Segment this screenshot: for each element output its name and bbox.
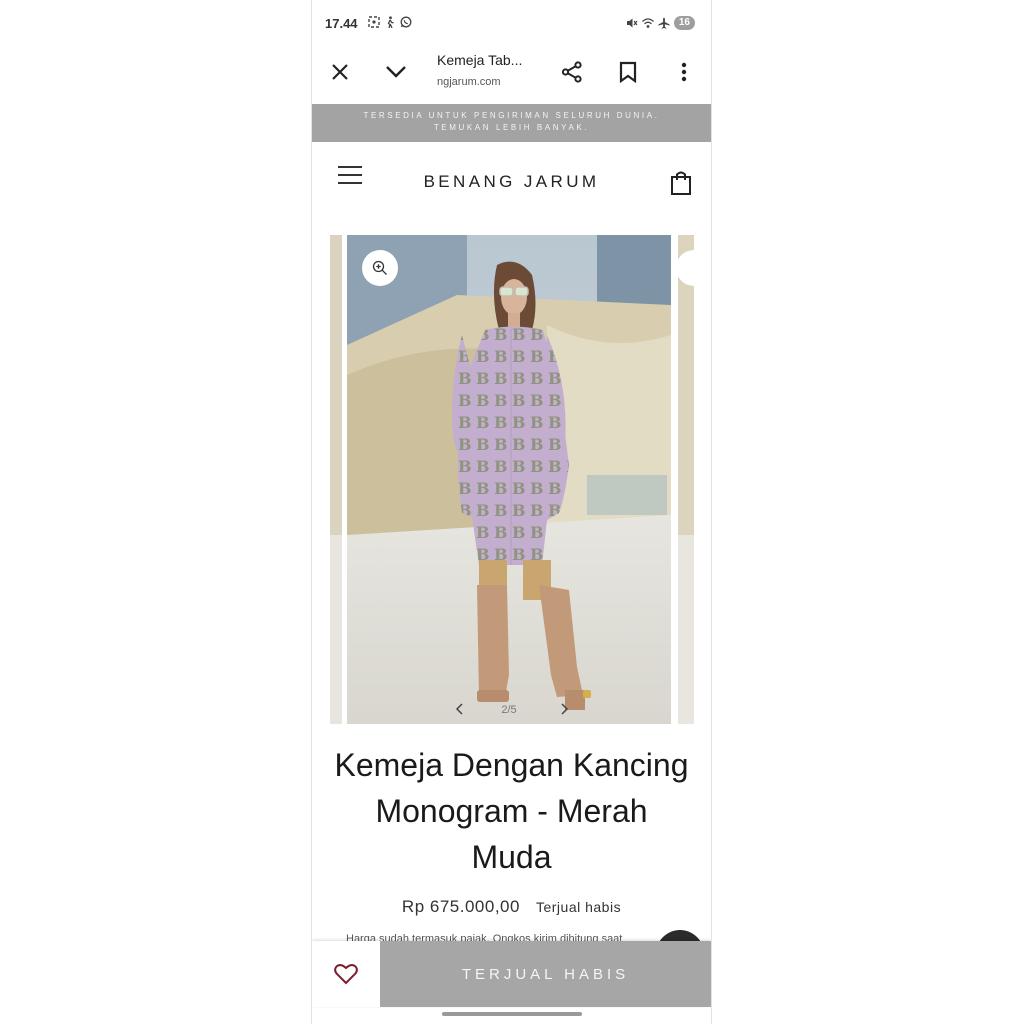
gallery-counter: 2/5: [501, 704, 517, 716]
phone-screen: 17.44 16 Kemeja Tab... ngjarum.com TERSE…: [312, 0, 711, 1024]
zoom-button[interactable]: [362, 250, 398, 286]
home-indicator[interactable]: [442, 1012, 582, 1016]
airplane-icon: [658, 17, 670, 29]
chevron-down-icon: [386, 66, 406, 78]
bottom-action-bar: TERJUAL HABIS: [312, 941, 711, 1007]
menu-icon-bar: [338, 166, 362, 168]
heart-icon: [334, 964, 358, 985]
mute-icon: [626, 18, 638, 28]
main-product-image[interactable]: B: [347, 235, 671, 724]
status-time: 17.44: [325, 16, 358, 31]
product-price: Rp 675.000,00: [401, 897, 520, 916]
wishlist-button[interactable]: [312, 941, 380, 1007]
whatsapp-icon: [400, 16, 412, 28]
cart-button[interactable]: [670, 170, 692, 201]
more-options-button[interactable]: [668, 56, 700, 88]
share-button[interactable]: [556, 56, 588, 88]
previous-image-graphic: [330, 235, 342, 724]
product-gallery[interactable]: B: [312, 235, 711, 724]
tab-title: Kemeja Tab...: [437, 52, 523, 68]
zoom-in-icon: [372, 260, 387, 275]
close-icon: [332, 64, 348, 80]
screen-edge-right: [711, 0, 712, 1024]
bookmark-icon: [619, 61, 637, 83]
announcement-banner[interactable]: TERSEDIA UNTUK PENGIRIMAN SELURUH DUNIA.…: [312, 104, 711, 142]
screenshot-icon: [368, 16, 380, 28]
sold-out-button[interactable]: TERJUAL HABIS: [380, 941, 711, 1007]
chevron-right-icon: [561, 703, 569, 715]
close-tab-button[interactable]: [324, 56, 356, 88]
next-image-graphic: [678, 235, 694, 724]
walking-icon: [387, 16, 394, 28]
minimize-button[interactable]: [380, 56, 412, 88]
more-vertical-icon: [681, 62, 687, 82]
price-row: Rp 675.000,00 Terjual habis: [312, 897, 711, 917]
store-header: BENANG JARUM: [312, 142, 711, 220]
product-title: Kemeja Dengan Kancing Monogram - Merah M…: [334, 747, 689, 875]
shopping-bag-icon: [671, 171, 691, 195]
battery-badge: 16: [673, 16, 695, 30]
gallery-next-button[interactable]: [559, 702, 569, 721]
model-photo: B: [347, 235, 671, 724]
brand-logo[interactable]: BENANG JARUM: [312, 172, 711, 192]
next-product-image[interactable]: [678, 235, 694, 724]
browser-toolbar: Kemeja Tab... ngjarum.com: [312, 44, 711, 104]
share-icon: [561, 61, 582, 83]
status-left-icons: [368, 16, 412, 28]
status-bar: 17.44 16: [312, 0, 711, 44]
gallery-pagination: 2/5: [347, 700, 671, 722]
announcement-line-2: TEMUKAN LEBIH BANYAK.: [433, 123, 590, 132]
previous-product-image[interactable]: [330, 235, 342, 724]
status-right-icons: 16: [626, 16, 695, 30]
wifi-icon: [641, 18, 654, 28]
announcement-line-1: TERSEDIA UNTUK PENGIRIMAN SELURUH DUNIA.: [363, 111, 660, 120]
tab-url: ngjarum.com: [437, 76, 501, 88]
bookmark-button[interactable]: [612, 56, 644, 88]
availability-badge: Terjual habis: [535, 899, 622, 915]
